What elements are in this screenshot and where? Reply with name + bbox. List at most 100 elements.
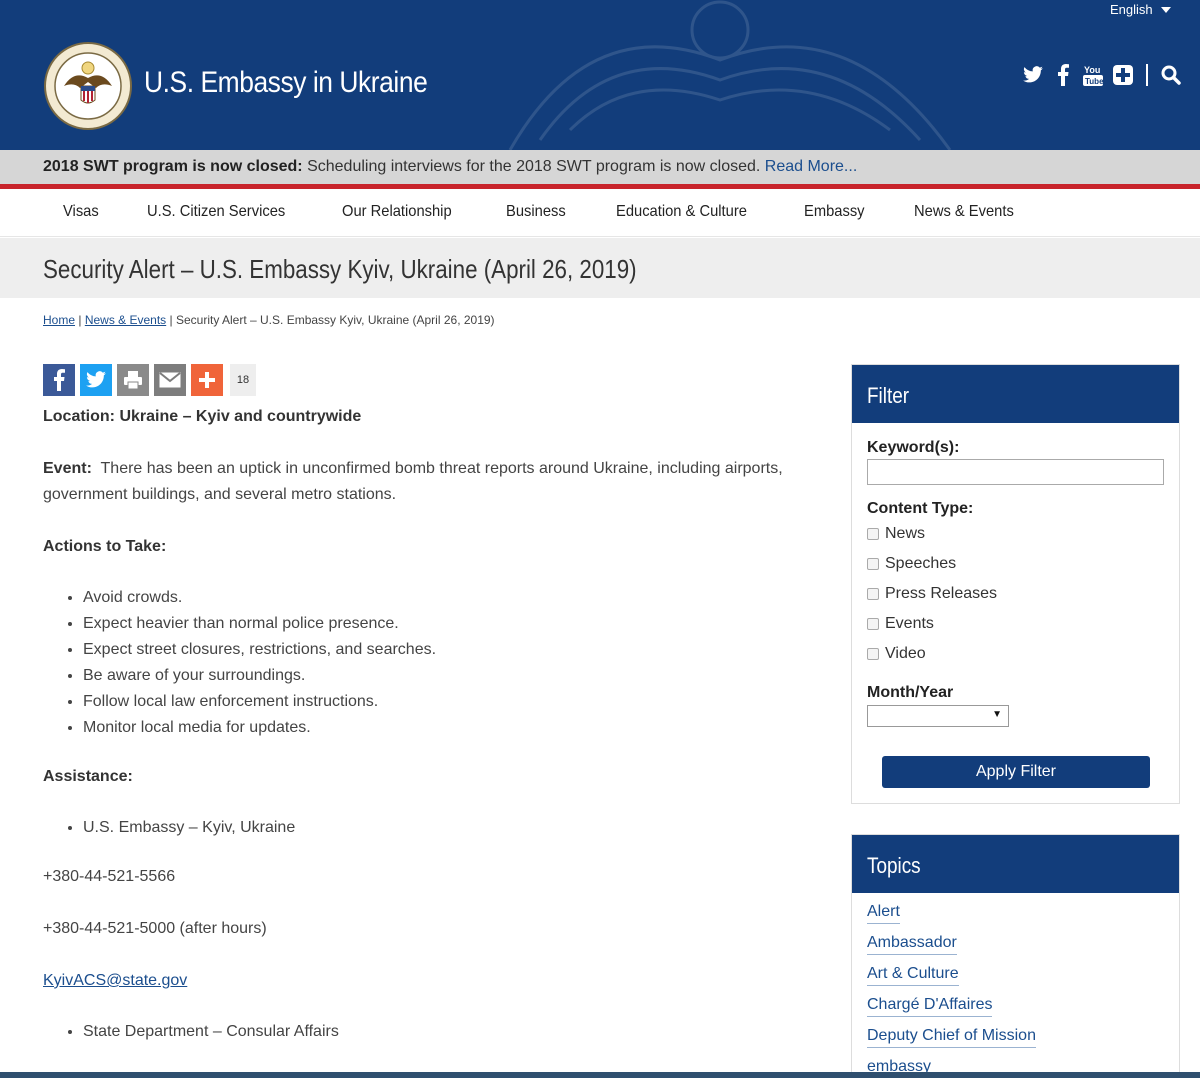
checkbox-label: Speeches	[885, 555, 957, 572]
select-arrow-icon: ▼	[992, 709, 1002, 720]
email-link[interactable]: KyivACS@state.gov	[43, 972, 187, 989]
event-line-1: Event: There has been an uptick in uncon…	[43, 456, 783, 482]
actions-list: Avoid crowds. Expect heavier than normal…	[83, 585, 436, 741]
share-count: 18	[230, 364, 256, 396]
youtube-icon[interactable]: You Tube	[1082, 64, 1104, 86]
svg-text:Tube: Tube	[1085, 77, 1103, 86]
list-item: Monitor local media for updates.	[83, 715, 436, 741]
breadcrumb-current: Security Alert – U.S. Embassy Kyiv, Ukra…	[175, 313, 495, 327]
location-text: Location: Ukraine – Kyiv and countrywide	[43, 408, 362, 425]
filter-panel: Filter Keyword(s): Content Type: News Sp…	[851, 364, 1180, 804]
share-print-icon[interactable]	[117, 364, 149, 396]
actions-label: Actions to Take:	[43, 538, 167, 555]
checkbox-press-releases[interactable]: Press Releases	[867, 585, 997, 603]
nav-item-our-relationship[interactable]: Our Relationship	[342, 203, 452, 221]
share-facebook-icon[interactable]	[43, 364, 75, 396]
checkbox-label: Press Releases	[885, 585, 998, 602]
nav-item-us-citizen-services[interactable]: U.S. Citizen Services	[147, 203, 285, 221]
list-item: U.S. Embassy – Kyiv, Ukraine	[83, 815, 295, 841]
topic-link[interactable]: Art & Culture	[867, 963, 959, 986]
after-hours-phone: +380-44-521-5000 (after hours)	[43, 920, 267, 937]
main-nav: Visas U.S. Citizen Services Our Relation…	[0, 189, 1200, 237]
plus-square-icon[interactable]	[1112, 64, 1134, 86]
consular-list: State Department – Consular Affairs	[83, 1019, 339, 1045]
phone-number: +380-44-521-5566	[43, 868, 176, 885]
assistance-heading: Assistance:	[43, 764, 133, 790]
nav-item-education-culture[interactable]: Education & Culture	[616, 203, 747, 221]
page-title-band: Security Alert – U.S. Embassy Kyiv, Ukra…	[0, 238, 1200, 298]
list-item: Avoid crowds.	[83, 585, 436, 611]
assistance-list: U.S. Embassy – Kyiv, Ukraine	[83, 815, 295, 841]
nav-item-embassy[interactable]: Embassy	[804, 203, 865, 221]
apply-filter-button[interactable]: Apply Filter	[882, 756, 1150, 788]
alert-banner: 2018 SWT program is now closed: Scheduli…	[0, 150, 1200, 184]
facebook-icon[interactable]	[1052, 64, 1074, 86]
checkbox-box[interactable]	[867, 648, 879, 660]
checkbox-video[interactable]: Video	[867, 645, 926, 663]
topics-header: Topics	[852, 835, 1179, 893]
breadcrumb-section-link[interactable]: News & Events	[85, 313, 166, 327]
checkbox-events[interactable]: Events	[867, 615, 934, 633]
nav-item-news-events[interactable]: News & Events	[914, 203, 1014, 221]
breadcrumb: Home | News & Events | Security Alert – …	[43, 313, 495, 327]
share-bar: 18	[43, 364, 256, 396]
list-item: Expect street closures, restrictions, an…	[83, 637, 436, 663]
checkbox-label: News	[885, 525, 926, 542]
search-icon[interactable]	[1160, 64, 1182, 86]
topic-link[interactable]: Chargé D'Affaires	[867, 994, 993, 1017]
content-type-label: Content Type:	[867, 500, 974, 517]
list-item: State Department – Consular Affairs	[83, 1019, 339, 1045]
filter-header: Filter	[852, 365, 1179, 423]
share-email-icon[interactable]	[154, 364, 186, 396]
language-label: English	[1110, 2, 1153, 17]
svg-text:You: You	[1084, 65, 1100, 75]
alert-read-more-link[interactable]: Read More...	[765, 158, 857, 175]
checkbox-box[interactable]	[867, 528, 879, 540]
list-item: Follow local law enforcement instruction…	[83, 689, 436, 715]
site-header: U.S. Embassy in Ukraine English You Tube	[0, 0, 1200, 150]
event-line-2: government buildings, and several metro …	[43, 486, 397, 503]
keyword-input[interactable]	[867, 459, 1164, 485]
social-links: You Tube	[1022, 64, 1182, 86]
share-more-icon[interactable]	[191, 364, 223, 396]
actions-heading: Actions to Take:	[43, 534, 166, 560]
nav-item-visas[interactable]: Visas	[63, 203, 99, 221]
event-label: Event:	[43, 460, 92, 477]
checkbox-speeches[interactable]: Speeches	[867, 555, 956, 573]
checkbox-box[interactable]	[867, 588, 879, 600]
language-selector[interactable]: English	[1110, 2, 1171, 17]
department-of-state-seal-icon[interactable]	[44, 42, 132, 130]
list-item: Expect heavier than normal police presen…	[83, 611, 436, 637]
caret-down-icon	[1160, 6, 1171, 13]
checkbox-news[interactable]: News	[867, 525, 925, 543]
breadcrumb-home-link[interactable]: Home	[43, 313, 75, 327]
checkbox-box[interactable]	[867, 618, 879, 630]
email-line: KyivACS@state.gov	[43, 968, 187, 994]
share-twitter-icon[interactable]	[80, 364, 112, 396]
topics-panel: Topics Alert Ambassador Art & Culture Ch…	[851, 834, 1180, 1078]
alert-text: 2018 SWT program is now closed: Scheduli…	[43, 158, 857, 176]
checkbox-box[interactable]	[867, 558, 879, 570]
topic-link[interactable]: Alert	[867, 901, 900, 924]
alert-message: Scheduling interviews for the 2018 SWT p…	[302, 158, 765, 175]
topics-list: Alert Ambassador Art & Culture Chargé D'…	[867, 901, 1036, 1078]
twitter-icon[interactable]	[1022, 64, 1044, 86]
event-text-1: There has been an uptick in unconfirmed …	[100, 460, 783, 477]
topics-title: Topics	[867, 853, 921, 878]
topic-link[interactable]: Ambassador	[867, 932, 957, 955]
site-title[interactable]: U.S. Embassy in Ukraine	[144, 66, 428, 100]
keyword-label: Keyword(s):	[867, 439, 960, 456]
location-line: Location: Ukraine – Kyiv and countrywide	[43, 404, 361, 430]
assistance-label: Assistance:	[43, 768, 133, 785]
nav-item-business[interactable]: Business	[506, 203, 566, 221]
bottom-scroll-strip	[0, 1072, 1200, 1078]
month-year-label: Month/Year	[867, 684, 954, 701]
alert-heading: 2018 SWT program is now closed:	[43, 158, 303, 175]
filter-title: Filter	[867, 383, 910, 408]
header-divider	[1146, 64, 1148, 86]
month-year-select[interactable]: ▼	[867, 705, 1009, 727]
topic-link[interactable]: Deputy Chief of Mission	[867, 1025, 1036, 1048]
eagle-watermark-icon	[508, 0, 952, 150]
page-title: Security Alert – U.S. Embassy Kyiv, Ukra…	[43, 254, 637, 284]
checkbox-label: Video	[885, 645, 926, 662]
